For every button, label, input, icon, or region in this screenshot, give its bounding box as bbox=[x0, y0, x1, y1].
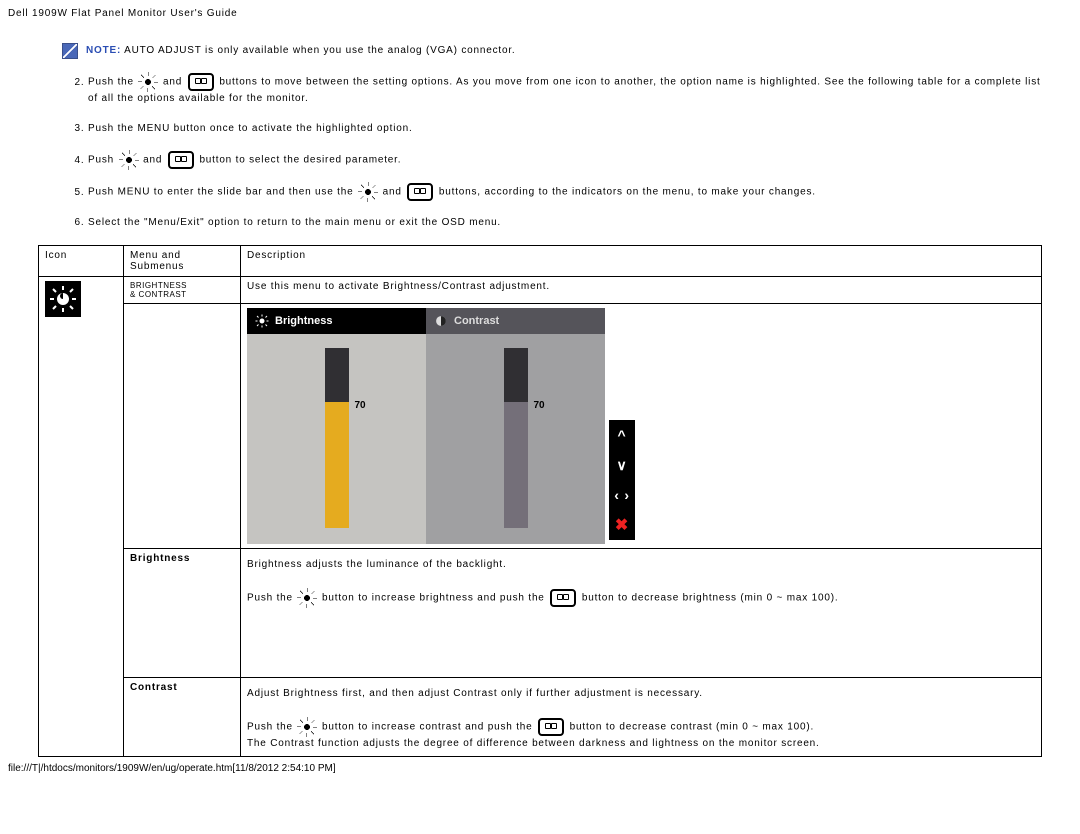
tab-label: Contrast bbox=[454, 315, 499, 327]
menu-text: & CONTRAST bbox=[130, 290, 187, 299]
osd-contrast-pane: 70 bbox=[426, 334, 605, 544]
brightness-down-icon bbox=[188, 73, 214, 91]
table-row: Brightness Brightness adjusts the lumina… bbox=[39, 549, 1042, 678]
cell-icon bbox=[39, 277, 124, 757]
brightness-up-icon bbox=[359, 183, 377, 201]
table-row: BRIGHTNESS & CONTRAST Use this menu to a… bbox=[39, 277, 1042, 304]
steps-list: Push the and buttons to move between the… bbox=[38, 73, 1042, 231]
step-2: Push the and buttons to move between the… bbox=[88, 73, 1042, 107]
brightness-down-icon bbox=[550, 589, 576, 607]
contrast-icon bbox=[434, 314, 448, 328]
tab-label: Brightness bbox=[275, 315, 332, 327]
note-body: AUTO ADJUST is only available when you u… bbox=[124, 45, 515, 56]
content-area: NOTE: AUTO ADJUST is only available when… bbox=[0, 23, 1080, 757]
brightness-up-icon bbox=[298, 718, 316, 736]
step-6: Select the "Menu/Exit" option to return … bbox=[88, 215, 1042, 231]
note-text: NOTE: AUTO ADJUST is only available when… bbox=[86, 43, 516, 58]
brightness-contrast-icon bbox=[45, 281, 81, 317]
osd-tab-contrast[interactable]: Contrast bbox=[426, 308, 605, 334]
osd-up-button[interactable]: ^ bbox=[609, 420, 635, 450]
cell-osd: Brightness Contrast bbox=[241, 304, 1042, 549]
step-text: and bbox=[163, 77, 186, 88]
footer-path: file:///T|/htdocs/monitors/1909W/en/ug/o… bbox=[0, 757, 1080, 780]
step-4: Push and button to select the desired pa… bbox=[88, 151, 1042, 169]
submenu-label: Contrast bbox=[130, 682, 178, 693]
cell-desc: Adjust Brightness first, and then adjust… bbox=[241, 678, 1042, 757]
osd-panel: Brightness Contrast bbox=[247, 308, 605, 544]
osd-tabs: Brightness Contrast bbox=[247, 308, 605, 334]
contrast-value: 70 bbox=[534, 400, 545, 411]
desc-text: button to increase contrast and push the bbox=[322, 722, 536, 733]
cell-menu: Contrast bbox=[124, 678, 241, 757]
desc-text: The Contrast function adjusts the degree… bbox=[247, 738, 820, 749]
desc-text: Push the bbox=[247, 593, 296, 604]
brightness-down-icon bbox=[538, 718, 564, 736]
step-text: and bbox=[143, 155, 166, 166]
contrast-slider[interactable]: 70 bbox=[504, 348, 528, 528]
step-text: Push the bbox=[88, 77, 137, 88]
step-text: buttons, according to the indicators on … bbox=[439, 187, 816, 198]
cell-menu: Brightness bbox=[124, 549, 241, 678]
desc-text: Push the bbox=[247, 722, 296, 733]
th-icon: Icon bbox=[39, 246, 124, 277]
brightness-up-icon bbox=[298, 589, 316, 607]
step-text: button to select the desired parameter. bbox=[199, 155, 401, 166]
step-5: Push MENU to enter the slide bar and the… bbox=[88, 183, 1042, 201]
sun-icon bbox=[255, 314, 269, 328]
note-icon bbox=[62, 43, 78, 59]
submenu-label: Brightness bbox=[130, 553, 190, 564]
osd-body: 70 70 bbox=[247, 334, 605, 544]
page-title: Dell 1909W Flat Panel Monitor User's Gui… bbox=[0, 0, 1080, 23]
options-table: Icon Menu and Submenus Description bbox=[38, 245, 1042, 757]
table-row: Contrast Adjust Brightness first, and th… bbox=[39, 678, 1042, 757]
desc-text: Adjust Brightness first, and then adjust… bbox=[247, 688, 703, 699]
osd-side-buttons: ^ ∨ ‹ › ✖ bbox=[609, 420, 635, 540]
cell-desc: Use this menu to activate Brightness/Con… bbox=[241, 277, 1042, 304]
table-header-row: Icon Menu and Submenus Description bbox=[39, 246, 1042, 277]
step-text: and bbox=[383, 187, 406, 198]
osd-down-button[interactable]: ∨ bbox=[609, 450, 635, 480]
desc-text: button to increase brightness and push t… bbox=[322, 593, 548, 604]
cell-menu: BRIGHTNESS & CONTRAST bbox=[124, 277, 241, 304]
brightness-up-icon bbox=[120, 151, 138, 169]
osd-brightness-pane: 70 bbox=[247, 334, 426, 544]
desc-text: Brightness adjusts the luminance of the … bbox=[247, 559, 507, 570]
table-row: Brightness Contrast bbox=[39, 304, 1042, 549]
brightness-slider[interactable]: 70 bbox=[325, 348, 349, 528]
desc-text: button to decrease contrast (min 0 ~ max… bbox=[570, 722, 814, 733]
note-label: NOTE: bbox=[86, 45, 121, 56]
step-text: buttons to move between the setting opti… bbox=[88, 77, 1041, 104]
osd-tab-brightness[interactable]: Brightness bbox=[247, 308, 426, 334]
osd-leftright-button[interactable]: ‹ › bbox=[609, 480, 635, 510]
step-text: Push bbox=[88, 155, 118, 166]
step-text: Push MENU to enter the slide bar and the… bbox=[88, 187, 357, 198]
th-menu: Menu and Submenus bbox=[124, 246, 241, 277]
note-row: NOTE: AUTO ADJUST is only available when… bbox=[38, 43, 1042, 59]
cell-desc: Brightness adjusts the luminance of the … bbox=[241, 549, 1042, 678]
brightness-value: 70 bbox=[355, 400, 366, 411]
brightness-down-icon bbox=[407, 183, 433, 201]
brightness-up-icon bbox=[139, 73, 157, 91]
desc-text: button to decrease brightness (min 0 ~ m… bbox=[582, 593, 839, 604]
menu-text: BRIGHTNESS bbox=[130, 281, 187, 290]
brightness-down-icon bbox=[168, 151, 194, 169]
th-desc: Description bbox=[241, 246, 1042, 277]
osd-close-button[interactable]: ✖ bbox=[609, 510, 635, 540]
cell-menu-empty bbox=[124, 304, 241, 549]
step-3: Push the MENU button once to activate th… bbox=[88, 121, 1042, 137]
